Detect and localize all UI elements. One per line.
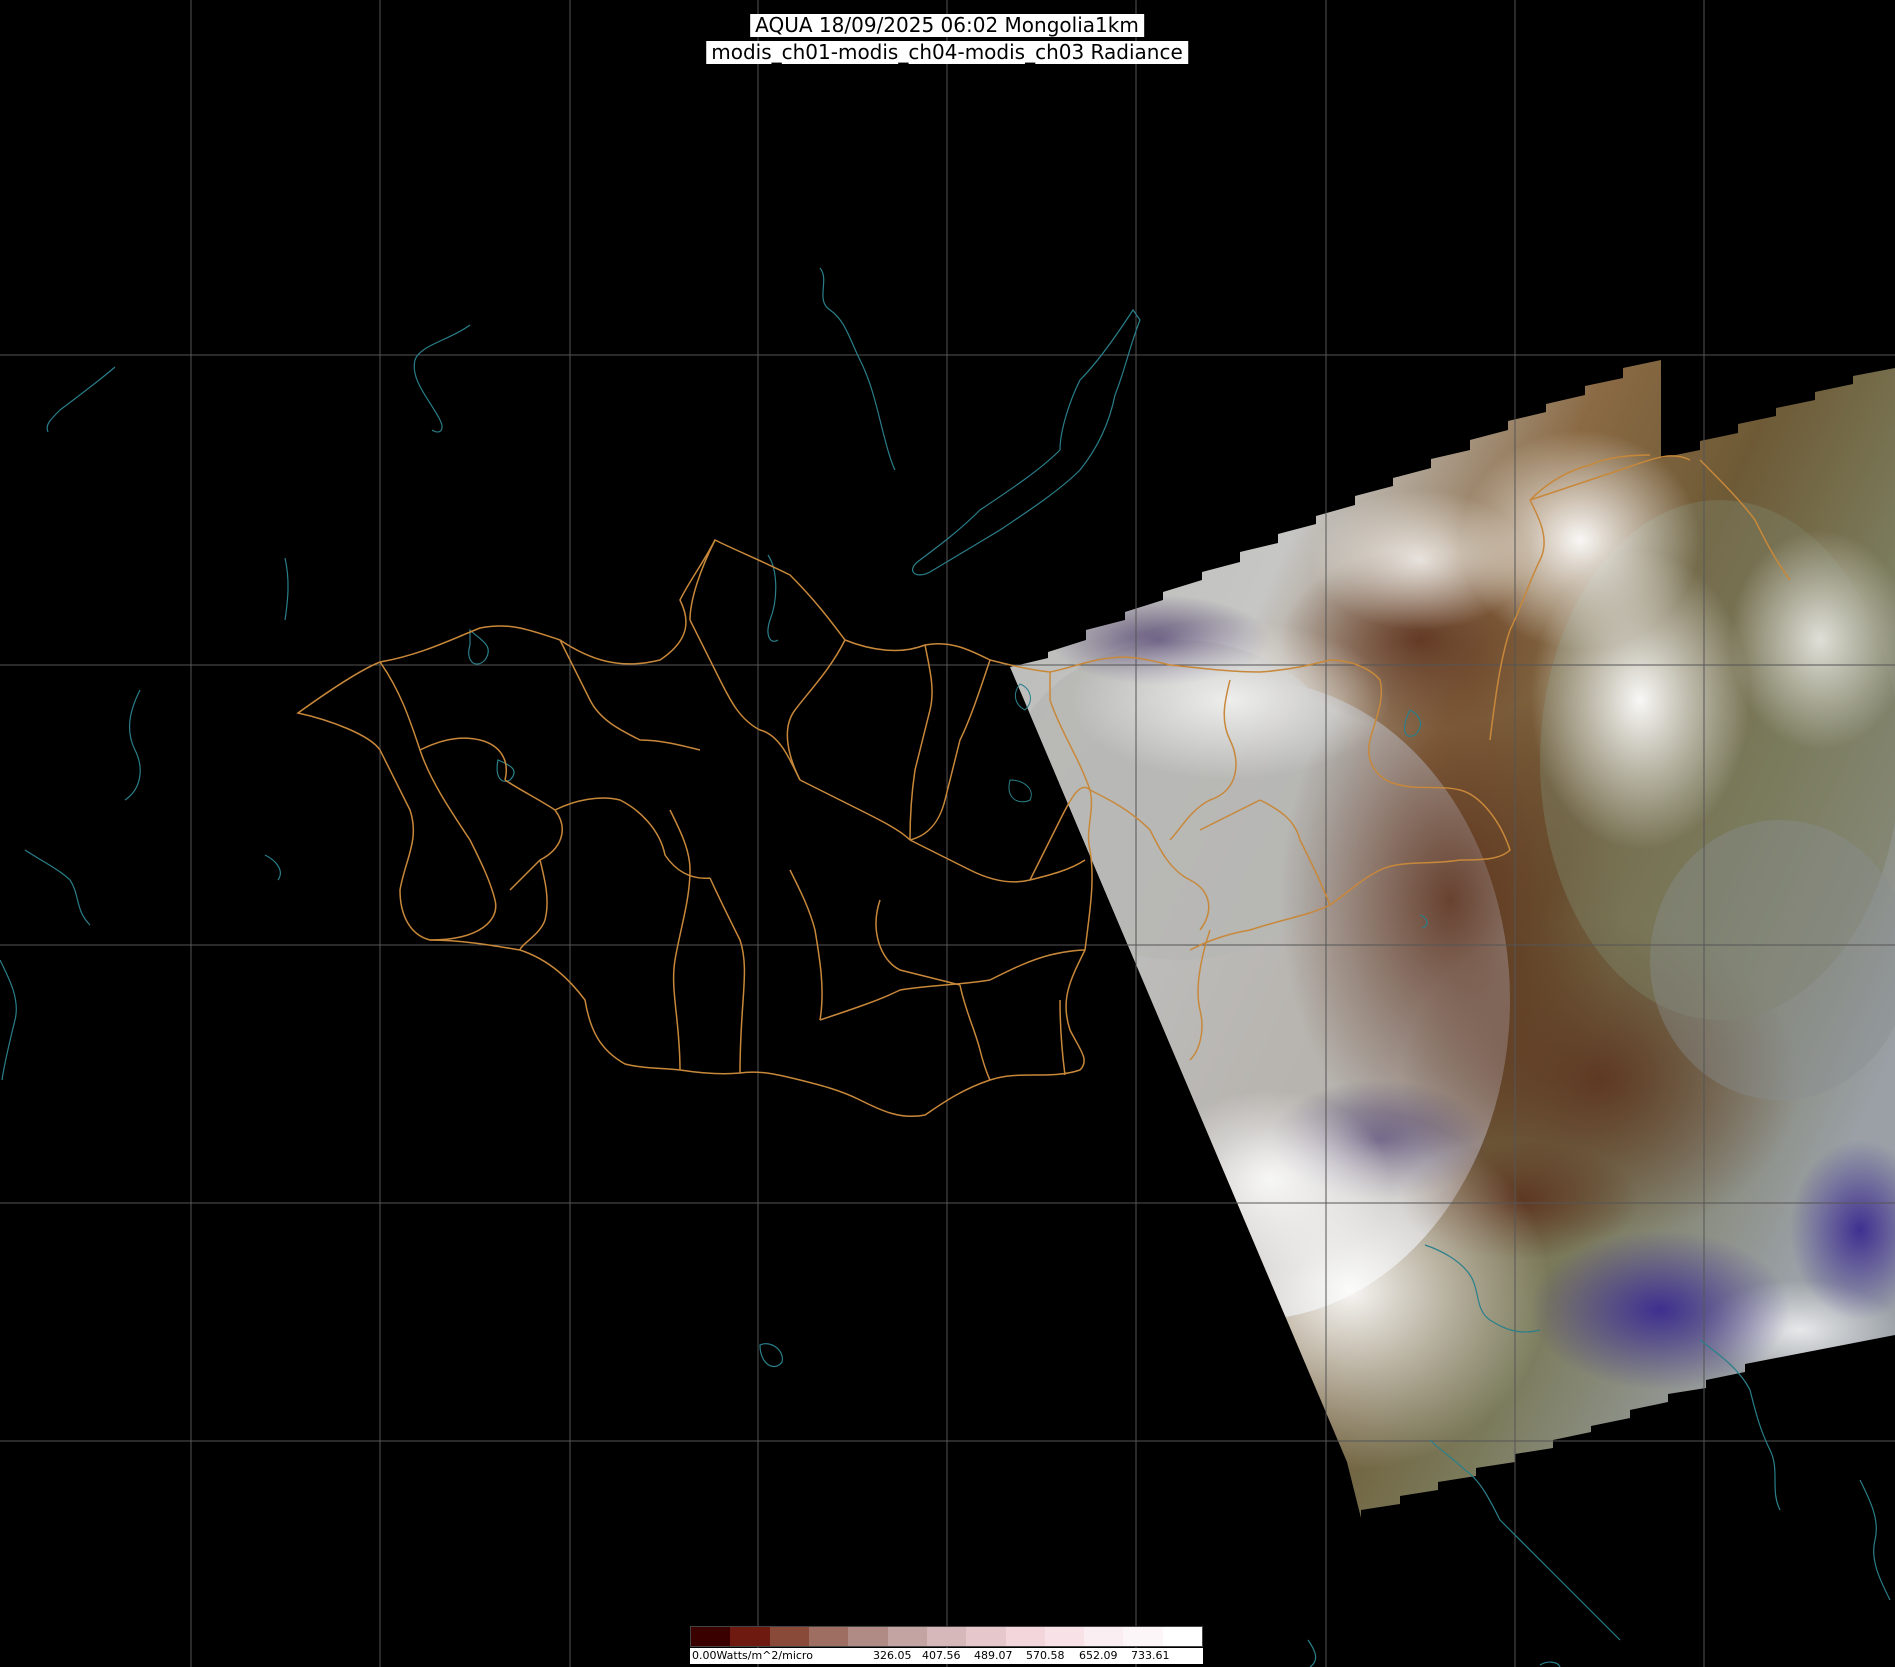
legend-swatch	[769, 1627, 809, 1646]
satellite-map	[0, 0, 1895, 1667]
legend-swatch	[966, 1627, 1006, 1646]
legend-swatch	[1084, 1627, 1124, 1646]
legend-unit-label: 0.00Watts/m^2/micro	[692, 1649, 813, 1662]
legend-swatch	[926, 1627, 967, 1646]
legend-swatch	[887, 1627, 927, 1646]
legend-tick: 407.56	[922, 1649, 961, 1662]
legend-swatch	[691, 1627, 731, 1646]
legend-swatch	[1005, 1627, 1045, 1646]
legend-tick: 570.58	[1026, 1649, 1065, 1662]
legend-swatch	[1123, 1627, 1163, 1646]
map-title-line2: modis_ch01-modis_ch04-modis_ch03 Radianc…	[706, 41, 1188, 64]
legend-tick: 733.61	[1131, 1649, 1170, 1662]
legend-swatch	[848, 1627, 888, 1646]
legend-swatch	[1044, 1627, 1085, 1646]
legend-color-bar	[690, 1626, 1203, 1647]
legend-swatch	[808, 1627, 849, 1646]
legend-swatch	[730, 1627, 770, 1646]
legend-tick: 652.09	[1079, 1649, 1118, 1662]
legend-swatch	[1162, 1627, 1203, 1646]
legend-tick: 326.05	[873, 1649, 912, 1662]
color-legend: 0.00Watts/m^2/micro 326.05 407.56 489.07…	[690, 1626, 1203, 1664]
map-title-line1: AQUA 18/09/2025 06:02 Mongolia1km	[750, 14, 1144, 37]
legend-labels: 0.00Watts/m^2/micro 326.05 407.56 489.07…	[690, 1648, 1203, 1664]
legend-tick: 489.07	[974, 1649, 1013, 1662]
